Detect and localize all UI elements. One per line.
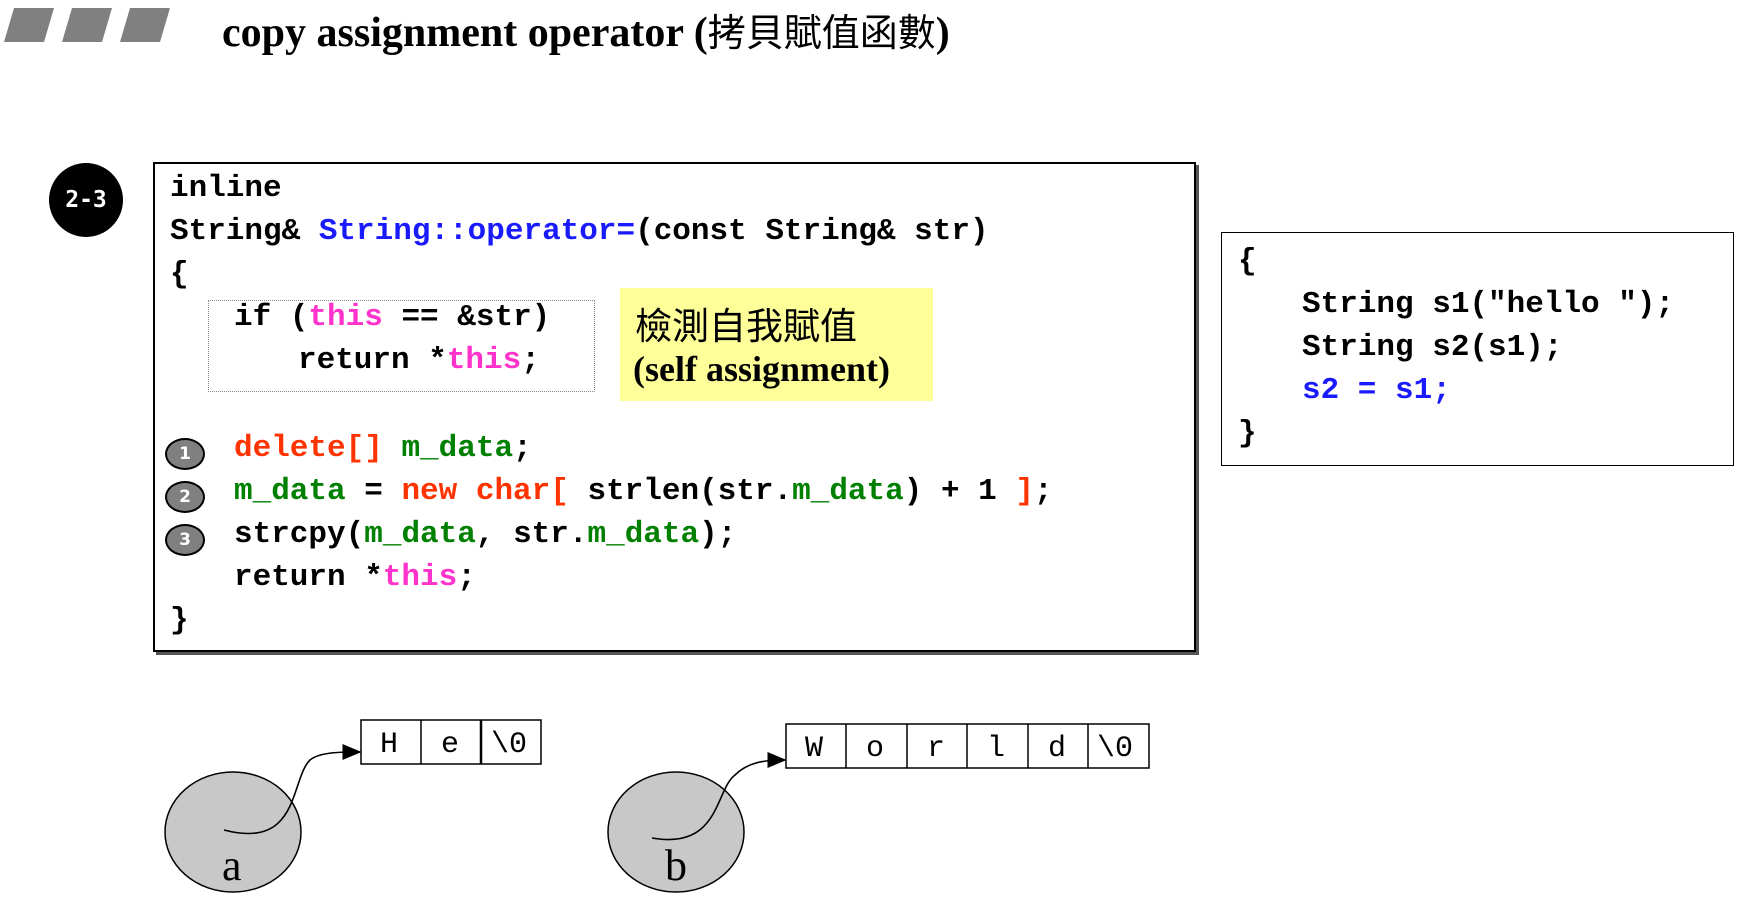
string-b-cells: W o r l d \0 (785, 723, 1150, 769)
cell-a-1: e (441, 728, 459, 762)
cell-b-3: l (987, 732, 1005, 766)
object-a-label: a (222, 841, 242, 890)
cell-a-0: H (380, 728, 398, 762)
cell-b-1: o (866, 732, 884, 766)
cell-b-2: r (927, 732, 945, 766)
cell-b-0: W (805, 732, 823, 766)
memory-diagram: a H e \0 b W o r l d \0 (164, 719, 1150, 893)
cell-b-5: \0 (1097, 732, 1133, 766)
object-b-label: b (665, 841, 687, 890)
cell-b-4: d (1048, 732, 1066, 766)
string-a-cells: H e \0 (360, 719, 542, 765)
cell-a-2: \0 (491, 728, 527, 762)
